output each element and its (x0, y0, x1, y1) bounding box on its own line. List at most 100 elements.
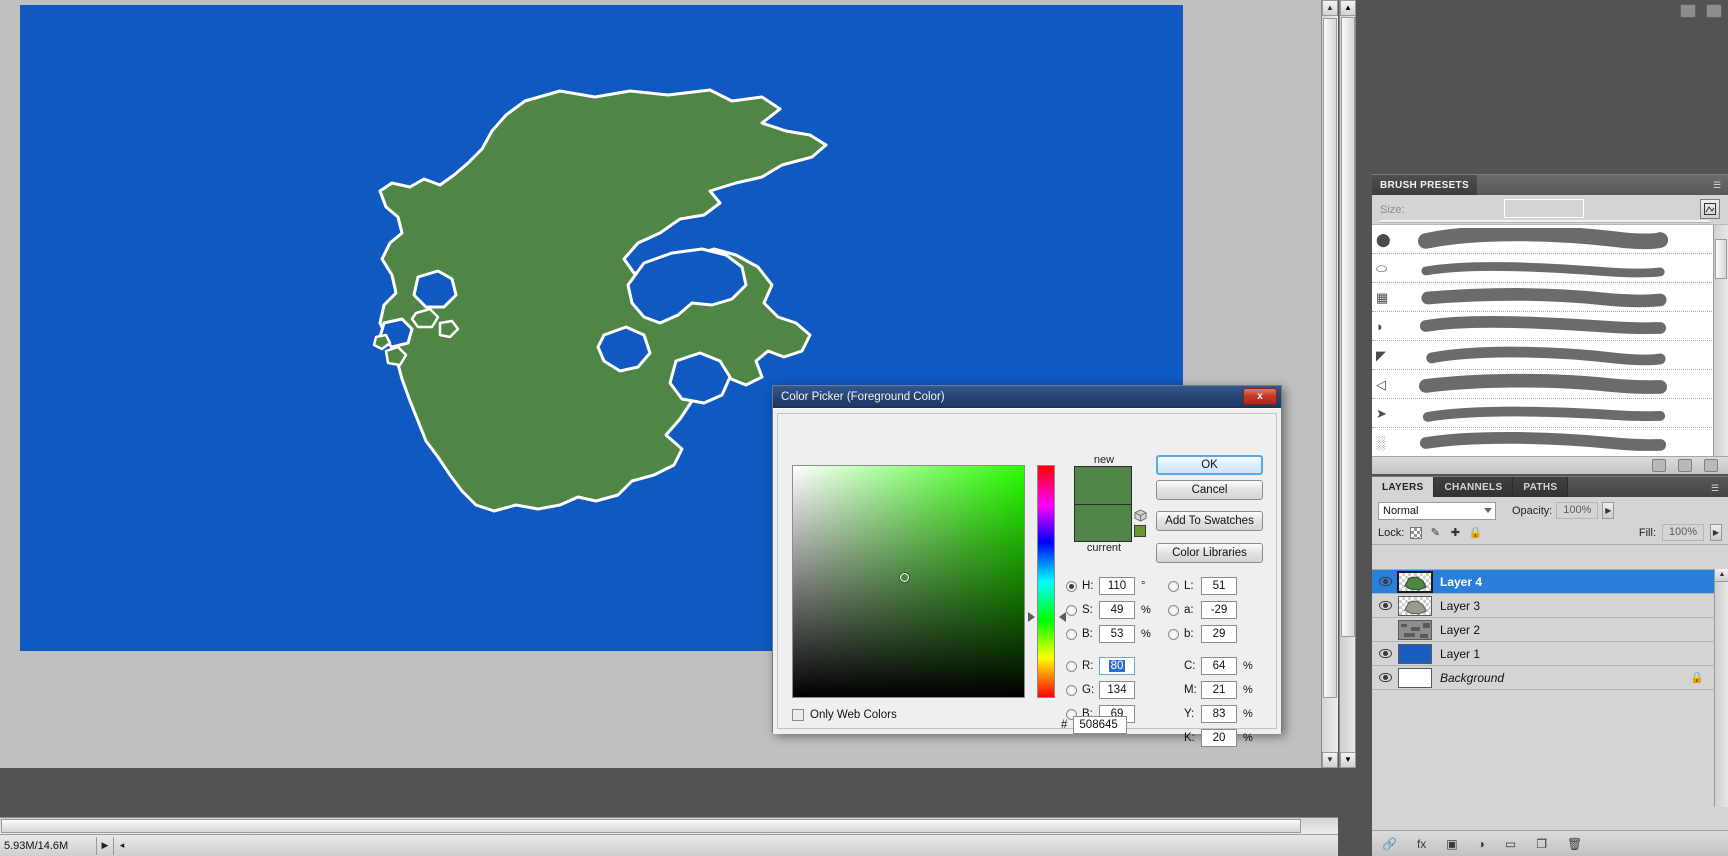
field-input-Y[interactable]: 83 (1201, 705, 1237, 723)
layer-visibility-toggle[interactable] (1372, 625, 1398, 634)
lock-image-brush-icon[interactable]: ✎ (1428, 526, 1442, 540)
new-layer-icon[interactable]: ❐ (1536, 837, 1547, 851)
field-input-K[interactable]: 20 (1201, 729, 1237, 747)
dialog-titlebar[interactable]: Color Picker (Foreground Color) x (773, 386, 1281, 408)
gutter-scroll-up-icon[interactable]: ▲ (1340, 0, 1356, 16)
field-input-a[interactable]: -29 (1201, 601, 1237, 619)
brush-scroll-thumb[interactable] (1715, 239, 1727, 279)
layer-thumbnail[interactable] (1398, 619, 1432, 640)
field-input-C[interactable]: 64 (1201, 657, 1237, 675)
tab-channels[interactable]: CHANNELS (1434, 477, 1514, 497)
brush-preset-item[interactable]: ⬤ (1372, 225, 1728, 254)
scroll-up-arrow-icon[interactable]: ▲ (1322, 0, 1338, 16)
gutter-scrollbar[interactable]: ▲ ▼ (1339, 0, 1356, 768)
lock-all-padlock-icon[interactable]: 🔒 (1468, 526, 1482, 540)
web-safe-color-swatch[interactable] (1134, 525, 1146, 537)
only-web-colors-row[interactable]: Only Web Colors (792, 709, 897, 721)
brush-preset-item[interactable]: ▦ (1372, 283, 1728, 312)
layer-style-fx-icon[interactable]: fx (1417, 837, 1426, 851)
link-layers-icon[interactable]: 🔗 (1382, 837, 1397, 851)
close-icon[interactable]: x (1243, 388, 1277, 405)
adjustment-layer-icon[interactable]: ◑ (1478, 837, 1485, 851)
radio-L[interactable] (1168, 580, 1179, 592)
horizontal-scroll-thumb[interactable] (1, 819, 1301, 833)
gutter-scroll-down-icon[interactable]: ▼ (1340, 752, 1356, 768)
layer-thumbnail[interactable] (1398, 667, 1432, 688)
lock-position-move-icon[interactable]: ✚ (1448, 526, 1462, 540)
layer-visibility-toggle[interactable] (1372, 649, 1398, 658)
layer-visibility-toggle[interactable] (1372, 577, 1398, 586)
field-input-M[interactable]: 21 (1201, 681, 1237, 699)
layer-thumbnail[interactable] (1398, 595, 1432, 616)
brush-preset-item[interactable]: ◗ (1372, 312, 1728, 341)
field-input-B[interactable]: 53 (1099, 625, 1135, 643)
scroll-down-arrow-icon[interactable]: ▼ (1322, 752, 1338, 768)
layers-panel-menu-icon[interactable]: ☰ (1708, 482, 1722, 494)
brush-toggle-icon[interactable] (1652, 459, 1666, 472)
opacity-stepper-icon[interactable]: ▶ (1602, 502, 1615, 519)
new-layer-quick-icon[interactable] (1680, 4, 1696, 18)
hue-slider[interactable] (1037, 465, 1055, 698)
add-to-swatches-button[interactable]: Add To Swatches (1156, 511, 1263, 531)
layer-mask-icon[interactable]: ▣ (1446, 837, 1457, 851)
brush-preset-item[interactable]: ◤ (1372, 341, 1728, 370)
brush-preset-item[interactable]: ⬭ (1372, 254, 1728, 283)
out-of-gamut-warning-icon[interactable] (1134, 509, 1147, 522)
brush-delete-icon[interactable] (1704, 459, 1718, 472)
brush-panel-menu-icon[interactable]: ☰ (1710, 179, 1724, 191)
saturation-brightness-field[interactable] (792, 465, 1025, 698)
field-input-H[interactable]: 110 (1099, 577, 1135, 595)
brush-preset-item[interactable]: ░ (1372, 428, 1728, 457)
tab-brush-presets[interactable]: BRUSH PRESETS (1372, 175, 1477, 195)
layer-thumbnail[interactable] (1397, 570, 1433, 593)
layer-visibility-toggle[interactable] (1372, 673, 1398, 682)
gutter-scroll-thumb[interactable] (1341, 17, 1355, 637)
radio-a[interactable] (1168, 604, 1179, 616)
brush-presets-list[interactable]: ⬤ ⬭ ▦ ◗ ◤ ◁ ➤ ░ (1372, 225, 1728, 457)
status-left-arrow-icon[interactable]: ◂ (114, 835, 130, 856)
radio-H[interactable] (1066, 580, 1077, 592)
new-group-icon[interactable]: ▭ (1505, 837, 1516, 851)
vertical-scroll-thumb[interactable] (1323, 18, 1337, 698)
field-input-S[interactable]: 49 (1099, 601, 1135, 619)
status-expand-arrow-icon[interactable]: ▶ (97, 835, 113, 856)
layer-visibility-toggle[interactable] (1372, 601, 1398, 610)
radio-S[interactable] (1066, 604, 1077, 616)
color-libraries-button[interactable]: Color Libraries (1156, 543, 1263, 563)
canvas-vertical-scrollbar[interactable]: ▲ ▼ (1321, 0, 1338, 768)
layer-row[interactable]: Layer 4 (1372, 570, 1728, 594)
field-input-R[interactable]: 80 (1099, 657, 1135, 675)
sv-picker-marker[interactable] (900, 573, 909, 582)
radio-G[interactable] (1066, 684, 1077, 696)
fill-stepper-icon[interactable]: ▶ (1710, 524, 1722, 541)
blend-mode-select[interactable]: Normal (1378, 501, 1496, 520)
tab-layers[interactable]: LAYERS (1372, 477, 1435, 497)
layer-row[interactable]: Layer 2 (1372, 618, 1728, 642)
cancel-button[interactable]: Cancel (1156, 480, 1263, 500)
field-input-G[interactable]: 134 (1099, 681, 1135, 699)
opacity-value[interactable]: 100% (1556, 502, 1599, 519)
layer-row[interactable]: Layer 3 (1372, 594, 1728, 618)
layer-thumbnail[interactable] (1398, 643, 1432, 664)
brush-create-new-icon[interactable] (1678, 459, 1692, 472)
field-input-L[interactable]: 51 (1201, 577, 1237, 595)
brush-preset-item[interactable]: ◁ (1372, 370, 1728, 399)
layer-row[interactable]: Background 🔒 (1372, 666, 1728, 690)
color-picker-dialog[interactable]: Color Picker (Foreground Color) x new cu… (772, 385, 1282, 747)
layers-scroll-up-icon[interactable]: ▲ (1715, 569, 1728, 582)
radio-R[interactable] (1066, 660, 1077, 672)
canvas-horizontal-scrollbar[interactable] (0, 817, 1338, 834)
brush-size-input[interactable] (1504, 199, 1584, 218)
radio-B[interactable] (1066, 628, 1077, 640)
current-color-swatch[interactable] (1074, 504, 1132, 542)
tab-paths[interactable]: PATHS (1513, 477, 1569, 497)
only-web-colors-checkbox[interactable] (792, 709, 804, 721)
field-input-b[interactable]: 29 (1201, 625, 1237, 643)
brush-list-scrollbar[interactable] (1713, 225, 1728, 457)
layers-list[interactable]: Layer 4 Layer 3 Layer 2 Layer 1 Background 🔒 (1372, 569, 1728, 807)
brush-preset-item[interactable]: ➤ (1372, 399, 1728, 428)
fill-value[interactable]: 100% (1662, 524, 1704, 541)
lock-transparency-icon[interactable] (1410, 526, 1423, 539)
layers-list-scrollbar[interactable]: ▲ (1714, 569, 1728, 807)
delete-layer-icon[interactable]: 🗑 (1567, 837, 1582, 851)
